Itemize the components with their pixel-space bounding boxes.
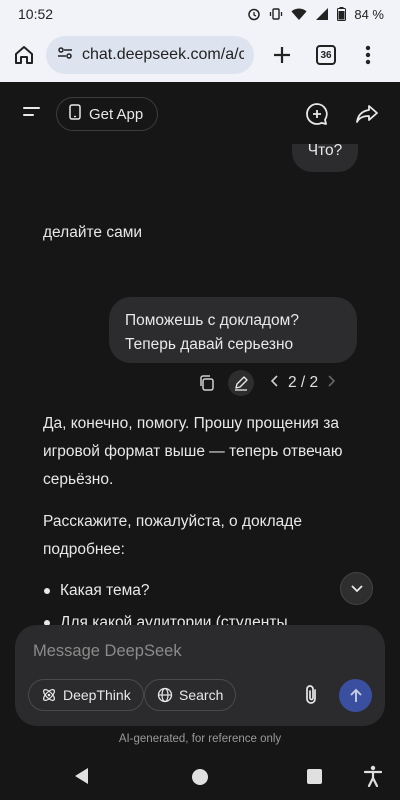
list-item-text: Какая тема? [60, 582, 150, 599]
vibrate-icon [269, 7, 283, 21]
status-bar: 10:52 84 % [0, 0, 400, 28]
accessibility-icon [363, 765, 383, 788]
tab-count: 36 [316, 45, 336, 65]
status-icons: 84 % [247, 7, 384, 22]
scroll-to-bottom-button[interactable] [340, 572, 373, 605]
signal-icon [315, 7, 329, 21]
nav-back-button[interactable] [74, 767, 90, 790]
share-button[interactable] [354, 101, 380, 127]
arrow-up-icon [349, 688, 362, 702]
more-vert-icon [365, 45, 371, 65]
version-pager: 2 / 2 [270, 374, 336, 393]
chat-header: Get App [0, 82, 400, 144]
chat-app: Get App Что? делайте сами Поможешь с док… [0, 82, 400, 754]
get-app-label: Get App [89, 105, 144, 123]
site-settings-icon[interactable] [56, 44, 74, 67]
new-tab-button[interactable] [266, 39, 298, 71]
alarm-icon [247, 7, 261, 21]
send-button[interactable] [339, 679, 372, 712]
user-message-text: Что? [307, 142, 343, 159]
chevron-left-icon [270, 374, 278, 387]
sidebar-menu-button[interactable] [20, 100, 44, 124]
nav-home-button[interactable] [192, 769, 208, 785]
chevron-right-icon [328, 374, 336, 387]
get-app-button[interactable]: Get App [56, 97, 159, 131]
prev-version-button[interactable] [270, 374, 280, 393]
deepthink-label: DeepThink [63, 687, 131, 703]
assistant-message-prev: делайте сами [43, 224, 143, 241]
edit-pencil-icon [235, 376, 248, 391]
assistant-paragraph: Расскажите, пожалуйста, о докладе подроб… [43, 513, 302, 558]
search-label: Search [179, 687, 224, 703]
deepthink-toggle[interactable]: DeepThink [28, 679, 144, 711]
message-input[interactable] [33, 639, 353, 663]
globe-icon [157, 687, 173, 703]
back-triangle-icon [75, 768, 88, 784]
assistant-paragraph: Да, конечно, помогу. Прошу прощения за и… [43, 415, 343, 488]
browser-menu-button[interactable] [352, 39, 384, 71]
message-actions: 2 / 2 [196, 370, 336, 396]
pager-text: 2 / 2 [288, 374, 319, 391]
attach-button[interactable] [299, 682, 325, 708]
status-time: 10:52 [18, 6, 54, 22]
list-item: Какая тема? [44, 582, 150, 600]
browser-toolbar: chat.deepseek.com/a/ch 36 [0, 28, 400, 82]
next-version-button[interactable] [326, 374, 336, 393]
paperclip-icon [306, 685, 316, 704]
home-icon [15, 46, 33, 64]
url-text: chat.deepseek.com/a/ch [82, 46, 244, 63]
copy-icon [200, 375, 214, 391]
browser-home-button[interactable] [10, 41, 38, 69]
address-bar[interactable]: chat.deepseek.com/a/ch [46, 36, 254, 74]
user-message-line: Теперь давай серьезно [125, 336, 294, 353]
accessibility-button[interactable] [363, 765, 383, 792]
share-icon [356, 105, 378, 123]
plus-icon [274, 47, 290, 63]
ai-disclaimer: AI-generated, for reference only [118, 733, 282, 745]
user-message-line: Поможешь с докладом? [125, 312, 299, 329]
nav-recents-button[interactable] [307, 769, 322, 784]
new-chat-icon [306, 103, 328, 125]
phone-icon [69, 104, 81, 124]
bullet-dot [44, 588, 50, 594]
battery-icon [337, 7, 347, 21]
menu-icon [23, 107, 40, 116]
system-navigation-bar [0, 754, 400, 800]
user-message-bubble: Поможешь с докладом? Теперь давай серьез… [109, 297, 357, 363]
new-chat-button[interactable] [304, 101, 330, 127]
battery-percent: 84 % [354, 6, 384, 22]
message-composer: DeepThink Search [15, 625, 385, 726]
chevron-down-icon [350, 584, 363, 592]
atom-icon [43, 689, 55, 701]
wifi-icon [291, 7, 307, 21]
search-toggle[interactable]: Search [144, 679, 237, 711]
copy-button[interactable] [196, 372, 218, 394]
edit-button[interactable] [228, 370, 254, 396]
tab-switcher-button[interactable]: 36 [310, 39, 342, 71]
